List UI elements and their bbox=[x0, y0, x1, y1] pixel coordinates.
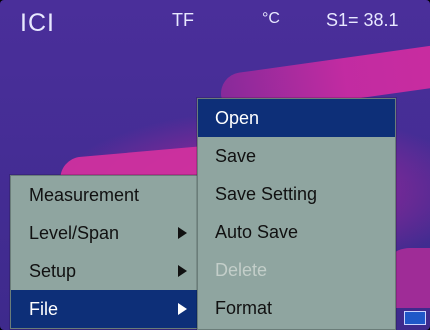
menu-item-level-span[interactable]: Level/Span bbox=[11, 214, 197, 252]
file-menu-item-auto-save[interactable]: Auto Save bbox=[198, 213, 395, 251]
temperature-unit-label: °C bbox=[262, 10, 280, 27]
menu-item-label: Save bbox=[215, 146, 257, 166]
status-indicator-icon bbox=[404, 311, 426, 325]
brand-logo: ICI bbox=[20, 9, 55, 37]
main-menu: Measurement Level/Span Setup File bbox=[10, 175, 198, 329]
menu-item-file[interactable]: File bbox=[11, 290, 197, 328]
menu-item-setup[interactable]: Setup bbox=[11, 252, 197, 290]
menu-item-label: Auto Save bbox=[215, 222, 299, 242]
file-menu-item-delete: Delete bbox=[198, 251, 395, 289]
menu-item-label: Level/Span bbox=[29, 223, 120, 243]
menu-item-label: Setup bbox=[29, 261, 77, 281]
menu-item-label: Delete bbox=[215, 260, 268, 280]
menu-item-label: Format bbox=[215, 298, 273, 318]
file-menu-item-save-setting[interactable]: Save Setting bbox=[198, 175, 395, 213]
submenu-arrow-icon bbox=[178, 303, 187, 315]
menu-item-label: Measurement bbox=[29, 185, 140, 205]
submenu-arrow-icon bbox=[178, 227, 187, 239]
file-submenu: Open Save Save Setting Auto Save Delete … bbox=[197, 98, 396, 330]
file-menu-item-format[interactable]: Format bbox=[198, 289, 395, 327]
focus-mode-label: TF bbox=[172, 10, 194, 30]
menu-item-label: File bbox=[29, 299, 59, 319]
file-menu-item-open[interactable]: Open bbox=[198, 99, 395, 137]
menu-item-label: Save Setting bbox=[215, 184, 318, 204]
menu-item-label: Open bbox=[215, 108, 260, 128]
status-bar: ICI TF °C S1= 38.1 bbox=[0, 0, 430, 44]
menu-item-measurement[interactable]: Measurement bbox=[11, 176, 197, 214]
spot-temperature-readout: S1= 38.1 bbox=[326, 10, 399, 30]
file-menu-item-save[interactable]: Save bbox=[198, 137, 395, 175]
submenu-arrow-icon bbox=[178, 265, 187, 277]
thermal-camera-screen: ICI TF °C S1= 38.1 Measurement Level/Spa… bbox=[0, 0, 430, 330]
